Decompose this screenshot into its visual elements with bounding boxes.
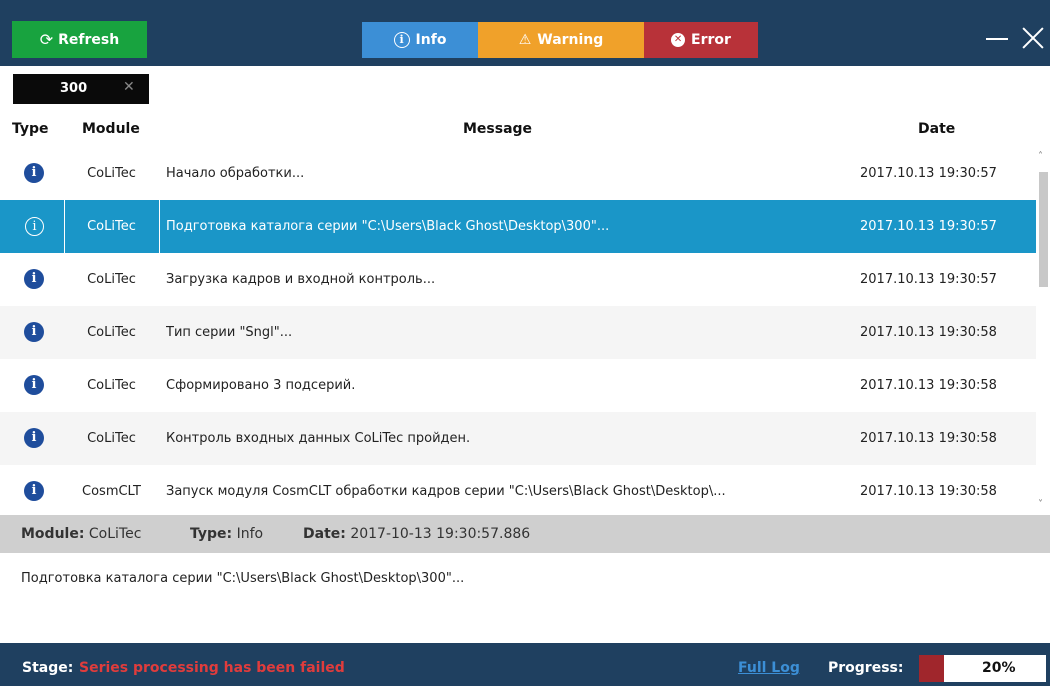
header-date[interactable]: Date <box>918 121 955 137</box>
tab-close-icon[interactable]: ✕ <box>123 79 135 95</box>
status-bar: Stage: Series processing has been failed… <box>0 643 1050 686</box>
filter-warning-label: Warning <box>537 32 604 48</box>
info-icon: i <box>24 269 44 289</box>
table-row[interactable]: i CoLiTec Сформировано 3 подсерий. 2017.… <box>0 359 1036 412</box>
detail-module-label: Module: <box>21 526 85 542</box>
detail-type-value: Info <box>236 526 264 542</box>
detail-date-label: Date: <box>303 526 346 542</box>
filter-warning-button[interactable]: ⚠ Warning <box>478 22 644 58</box>
filter-error-button[interactable]: ✕ Error <box>644 22 758 58</box>
scroll-down-icon[interactable]: ˅ <box>1038 499 1043 510</box>
module-cell: CoLiTec <box>64 200 160 253</box>
type-cell: i <box>0 465 64 515</box>
close-window-button[interactable] <box>1021 23 1045 51</box>
table-row[interactable]: i CoLiTec Тип серии "Sngl"... 2017.10.13… <box>0 306 1036 359</box>
detail-module-value: CoLiTec <box>88 526 142 542</box>
tab-label: 300 <box>60 81 88 96</box>
scrollbar-thumb[interactable] <box>1039 172 1048 287</box>
refresh-icon: ⟳ <box>39 30 54 49</box>
filter-error-label: Error <box>691 32 731 48</box>
date-cell: 2017.10.13 19:30:58 <box>860 484 997 499</box>
header-module[interactable]: Module <box>82 121 140 137</box>
message-cell: Подготовка каталога серии "C:\Users\Blac… <box>166 219 610 234</box>
detail-summary-bar: Module: CoLiTec Type: Info Date: 2017-10… <box>0 515 1050 553</box>
message-cell: Контроль входных данных CoLiTec пройден. <box>166 431 471 446</box>
stage-value: Series processing has been failed <box>79 660 345 676</box>
refresh-label: Refresh <box>58 31 120 48</box>
progress-fill <box>919 655 944 682</box>
refresh-button[interactable]: ⟳ Refresh <box>12 21 147 58</box>
error-icon: ✕ <box>671 33 686 47</box>
table-row[interactable]: i CosmCLT Запуск модуля CosmCLT обработк… <box>0 465 1036 515</box>
log-table: i CoLiTec Начало обработки... 2017.10.13… <box>0 147 1040 515</box>
header-type[interactable]: Type <box>12 121 49 137</box>
table-row[interactable]: i CoLiTec Начало обработки... 2017.10.13… <box>0 147 1036 200</box>
message-cell: Тип серии "Sngl"... <box>166 325 293 340</box>
filter-info-button[interactable]: i Info <box>362 22 478 58</box>
minimize-button[interactable] <box>986 22 1008 50</box>
full-log-link[interactable]: Full Log <box>738 660 800 676</box>
filter-info-label: Info <box>415 32 447 48</box>
module-cell: CoLiTec <box>87 272 136 287</box>
message-cell: Начало обработки... <box>166 166 305 181</box>
info-icon: i <box>24 322 44 342</box>
detail-date-value: 2017-10-13 19:30:57.886 <box>350 526 531 542</box>
table-row-selected[interactable]: i CoLiTec Подготовка каталога серии "C:\… <box>0 200 1036 253</box>
tab-series[interactable]: 300 ✕ <box>13 74 149 104</box>
scroll-up-icon[interactable]: ˄ <box>1038 151 1043 162</box>
module-cell: CoLiTec <box>87 325 136 340</box>
warning-icon: ⚠ <box>518 32 532 48</box>
top-toolbar: ⟳ Refresh i Info ⚠ Warning ✕ Error <box>0 0 1050 66</box>
module-cell: CoLiTec <box>87 166 136 181</box>
type-cell: i <box>0 306 64 359</box>
progress-bar: 20% <box>919 655 1046 682</box>
tab-strip: 300 ✕ <box>0 66 1050 112</box>
info-icon: i <box>24 375 44 395</box>
type-cell: i <box>0 253 64 306</box>
info-icon: i <box>393 32 410 48</box>
log-filter-group: i Info ⚠ Warning ✕ Error <box>362 22 758 58</box>
info-icon: i <box>24 163 44 183</box>
detail-message: Подготовка каталога серии "C:\Users\Blac… <box>21 571 465 586</box>
type-cell: i <box>0 147 64 200</box>
date-cell: 2017.10.13 19:30:58 <box>860 378 997 393</box>
message-cell: Запуск модуля CosmCLT обработки кадров с… <box>166 484 726 499</box>
module-cell: CoLiTec <box>87 378 136 393</box>
table-row[interactable]: i CoLiTec Контроль входных данных CoLiTe… <box>0 412 1036 465</box>
progress-label: Progress: <box>828 660 904 676</box>
module-cell: CosmCLT <box>82 484 141 499</box>
table-row[interactable]: i CoLiTec Загрузка кадров и входной конт… <box>0 253 1036 306</box>
module-cell: CoLiTec <box>87 431 136 446</box>
type-cell: i <box>0 412 64 465</box>
date-cell: 2017.10.13 19:30:57 <box>860 272 997 287</box>
message-cell: Загрузка кадров и входной контроль... <box>166 272 436 287</box>
message-cell: Сформировано 3 подсерий. <box>166 378 356 393</box>
info-icon: i <box>25 217 44 236</box>
vertical-scrollbar[interactable]: ˄ ˅ <box>1036 147 1050 515</box>
date-cell: 2017.10.13 19:30:57 <box>860 166 997 181</box>
progress-percent: 20% <box>982 660 1016 676</box>
info-icon: i <box>24 481 44 501</box>
stage-label: Stage: <box>22 660 74 676</box>
info-icon: i <box>24 428 44 448</box>
table-header: Type Module Message Date <box>0 112 1040 146</box>
detail-type-label: Type: <box>190 526 233 542</box>
header-message[interactable]: Message <box>463 121 532 137</box>
date-cell: 2017.10.13 19:30:58 <box>860 325 997 340</box>
date-cell: 2017.10.13 19:30:58 <box>860 431 997 446</box>
type-cell: i <box>0 200 65 253</box>
date-cell: 2017.10.13 19:30:57 <box>860 219 997 234</box>
type-cell: i <box>0 359 64 412</box>
